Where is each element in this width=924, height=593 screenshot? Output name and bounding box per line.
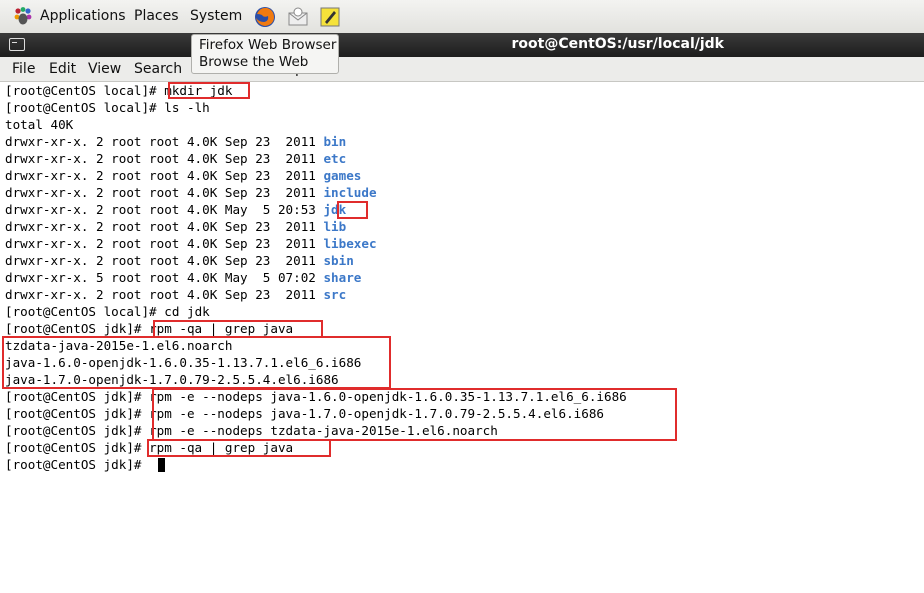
- line-prefix: drwxr-xr-x. 2 root root 4.0K May 5 20:53: [5, 202, 324, 217]
- line-prefix: drwxr-xr-x. 2 root root 4.0K Sep 23 2011: [5, 236, 324, 251]
- directory-name: src: [323, 287, 347, 302]
- line-prefix: [root@CentOS jdk]#: [5, 423, 150, 438]
- line-prefix: [root@CentOS local]#: [5, 100, 165, 115]
- line-prefix: [root@CentOS jdk]#: [5, 457, 150, 472]
- firefox-tooltip: Firefox Web Browser Browse the Web: [191, 34, 339, 74]
- line-prefix: drwxr-xr-x. 2 root root 4.0K Sep 23 2011: [5, 185, 324, 200]
- terminal-line: [root@CentOS local]# cd jdk: [5, 303, 210, 320]
- line-prefix: [root@CentOS local]#: [5, 304, 165, 319]
- highlight-jdk-dir: [337, 201, 368, 219]
- terminal-titlebar[interactable]: root@CentOS:/usr/local/jdk: [0, 33, 924, 57]
- line-prefix: drwxr-xr-x. 2 root root 4.0K Sep 23 2011: [5, 219, 324, 234]
- line-prefix: drwxr-xr-x. 2 root root 4.0K Sep 23 2011: [5, 168, 324, 183]
- highlight-java-packages: [2, 336, 391, 389]
- line-prefix: drwxr-xr-x. 2 root root 4.0K Sep 23 2011: [5, 253, 324, 268]
- terminal-line: drwxr-xr-x. 2 root root 4.0K Sep 23 2011…: [5, 286, 346, 303]
- directory-name: sbin: [323, 253, 354, 268]
- line-text: ls -lh: [164, 100, 210, 115]
- directory-name: libexec: [323, 236, 377, 251]
- terminal-line: drwxr-xr-x. 5 root root 4.0K May 5 07:02…: [5, 269, 361, 286]
- menu-file[interactable]: File: [12, 61, 35, 77]
- top-panel: Applications Places System: [0, 0, 924, 34]
- directory-name: share: [323, 270, 362, 285]
- places-menu[interactable]: Places: [134, 8, 179, 24]
- directory-name: include: [323, 185, 377, 200]
- line-text: total 40K: [5, 117, 74, 132]
- menu-view[interactable]: View: [88, 61, 121, 77]
- terminal-line: [root@CentOS local]# ls -lh: [5, 99, 210, 116]
- terminal-line: drwxr-xr-x. 2 root root 4.0K Sep 23 2011…: [5, 184, 377, 201]
- mail-icon[interactable]: [287, 6, 309, 28]
- line-prefix: [root@CentOS local]#: [5, 83, 165, 98]
- notes-icon[interactable]: [319, 6, 341, 28]
- applications-menu[interactable]: Applications: [40, 8, 126, 24]
- directory-name: games: [323, 168, 362, 183]
- firefox-icon[interactable]: [254, 6, 276, 28]
- terminal-line: total 40K: [5, 116, 73, 133]
- system-menu[interactable]: System: [190, 8, 242, 24]
- line-prefix: [root@CentOS jdk]#: [5, 321, 150, 336]
- terminal-line: drwxr-xr-x. 2 root root 4.0K Sep 23 2011…: [5, 218, 346, 235]
- line-prefix: [root@CentOS jdk]#: [5, 440, 150, 455]
- menu-search[interactable]: Search: [134, 61, 182, 77]
- terminal-line: drwxr-xr-x. 2 root root 4.0K Sep 23 2011…: [5, 167, 361, 184]
- terminal-line: drwxr-xr-x. 2 root root 4.0K May 5 20:53…: [5, 201, 346, 218]
- terminal-window-icon[interactable]: [9, 38, 25, 51]
- highlight-mkdir: [168, 82, 250, 99]
- tooltip-subtitle: Browse the Web: [199, 54, 309, 70]
- line-prefix: drwxr-xr-x. 2 root root 4.0K Sep 23 2011: [5, 134, 324, 149]
- terminal-line: drwxr-xr-x. 2 root root 4.0K Sep 23 2011…: [5, 235, 377, 252]
- highlight-rpm-remove: [152, 388, 677, 441]
- window-title: root@CentOS:/usr/local/jdk: [511, 36, 724, 52]
- tooltip-title: Firefox Web Browser: [199, 37, 337, 53]
- terminal-line: drwxr-xr-x. 2 root root 4.0K Sep 23 2011…: [5, 252, 354, 269]
- terminal-line: drwxr-xr-x. 2 root root 4.0K Sep 23 2011…: [5, 133, 346, 150]
- line-prefix: [root@CentOS jdk]#: [5, 406, 150, 421]
- line-prefix: [root@CentOS jdk]#: [5, 389, 150, 404]
- menu-edit[interactable]: Edit: [49, 61, 76, 77]
- terminal-menubar: File Edit View Search Terminal Help: [0, 57, 924, 82]
- gnome-foot-icon[interactable]: [12, 6, 34, 28]
- line-prefix: drwxr-xr-x. 2 root root 4.0K Sep 23 2011: [5, 287, 324, 302]
- directory-name: bin: [323, 134, 347, 149]
- terminal-output[interactable]: [root@CentOS local]# mkdir jdk [root@Cent…: [0, 82, 924, 593]
- directory-name: lib: [323, 219, 347, 234]
- text-cursor: [158, 458, 165, 472]
- line-prefix: drwxr-xr-x. 2 root root 4.0K Sep 23 2011: [5, 151, 324, 166]
- directory-name: etc: [323, 151, 347, 166]
- line-prefix: drwxr-xr-x. 5 root root 4.0K May 5 07:02: [5, 270, 324, 285]
- line-text: cd jdk: [164, 304, 210, 319]
- terminal-line: [root@CentOS jdk]#: [5, 456, 149, 473]
- terminal-line: drwxr-xr-x. 2 root root 4.0K Sep 23 2011…: [5, 150, 346, 167]
- highlight-rpm-query-2: [147, 439, 331, 457]
